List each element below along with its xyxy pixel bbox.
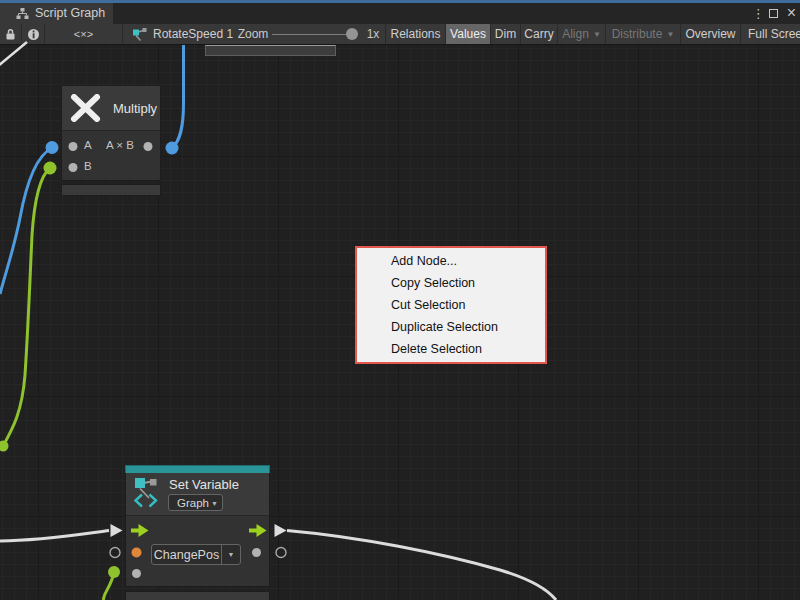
- node-set-variable-footer: [125, 591, 270, 600]
- window-controls: ⋮ ×: [752, 3, 796, 24]
- port-label-result: A × B: [106, 139, 134, 151]
- context-menu: Add Node... Copy Selection Cut Selection…: [355, 246, 547, 364]
- variable-dropdown-arrow-glyph: ▼: [228, 551, 235, 558]
- menu-item-add-node[interactable]: Add Node...: [357, 250, 545, 272]
- toolbar-button-distribute[interactable]: Distribute ▼: [606, 24, 681, 44]
- unity-script-graph-window: Script Graph ⋮ × <×>: [0, 0, 800, 600]
- zoom-value: 1x: [362, 24, 384, 44]
- tab-script-graph[interactable]: Script Graph: [0, 3, 113, 25]
- variable-kind-value: Graph: [169, 497, 209, 509]
- maximize-icon[interactable]: [769, 9, 778, 18]
- zoom-slider[interactable]: [266, 24, 358, 44]
- lock-icon: [5, 28, 16, 41]
- distribute-label: Distribute: [612, 27, 663, 41]
- graph-name: RotateSpeed 1: [153, 27, 233, 41]
- zoom-label: Zoom: [238, 24, 268, 44]
- window-menu-icon[interactable]: ⋮: [752, 6, 760, 21]
- toolbar-button-align[interactable]: Align ▼: [558, 24, 606, 44]
- node-multiply-footer: [61, 184, 161, 196]
- close-icon[interactable]: ×: [787, 8, 796, 18]
- kind-dropdown-arrow-icon: ▼: [211, 500, 218, 507]
- tab-bar: Script Graph ⋮ ×: [0, 3, 800, 25]
- multiply-icon: [70, 94, 101, 122]
- menu-item-duplicate-selection[interactable]: Duplicate Selection: [357, 316, 545, 338]
- toolbar-button-values[interactable]: Values: [446, 24, 491, 44]
- menu-item-delete-selection[interactable]: Delete Selection: [357, 338, 545, 360]
- lock-button[interactable]: [0, 24, 22, 44]
- zoom-slider-thumb[interactable]: [346, 28, 358, 40]
- graph-breadcrumb[interactable]: RotateSpeed 1: [123, 24, 238, 44]
- toolbar-button-carry[interactable]: Carry: [521, 24, 558, 44]
- node-set-variable-header[interactable]: Set Variable Graph ▼: [126, 473, 269, 516]
- menu-item-copy-selection[interactable]: Copy Selection: [357, 272, 545, 294]
- node-set-variable-color-strip: [125, 465, 270, 473]
- align-label: Align: [562, 27, 589, 41]
- variable-name-dropdown[interactable]: ChangePos ▼: [151, 544, 241, 565]
- align-dropdown-icon: ▼: [593, 30, 601, 39]
- node-multiply-title: Multiply: [113, 101, 157, 116]
- menu-item-cut-selection[interactable]: Cut Selection: [357, 294, 545, 316]
- tab-title: Script Graph: [35, 6, 105, 20]
- toolbar-button-fullscreen[interactable]: Full Screen: [741, 24, 800, 44]
- code-view-icon: <×>: [74, 28, 93, 40]
- offscreen-node-stub: [205, 45, 336, 56]
- port-label-b: B: [84, 160, 92, 172]
- graph-toolbar: <×> RotateSpeed 1 Zoom 1x Relations Valu…: [0, 24, 800, 45]
- variable-dropdown-arrow-icon: ▼: [221, 545, 240, 564]
- toolbar-button-dim[interactable]: Dim: [491, 24, 521, 44]
- script-graph-icon: [16, 7, 29, 20]
- variable-name-value: ChangePos: [152, 548, 221, 562]
- graph-node-icon: [132, 27, 147, 42]
- variable-kind-dropdown[interactable]: Graph ▼: [168, 494, 223, 511]
- code-view-button[interactable]: <×>: [45, 24, 123, 44]
- node-multiply-body: A A × B B: [62, 131, 160, 180]
- info-icon: [27, 28, 40, 41]
- node-multiply[interactable]: Multiply A A × B B: [61, 85, 161, 181]
- toolbar-button-overview[interactable]: Overview: [681, 24, 741, 44]
- node-set-variable-title: Set Variable: [169, 477, 239, 492]
- port-label-a: A: [84, 139, 92, 151]
- inspect-button[interactable]: [22, 24, 45, 44]
- set-variable-icon: [134, 477, 160, 509]
- node-set-variable-body: ChangePos ▼: [126, 516, 269, 586]
- toolbar-button-relations[interactable]: Relations: [385, 24, 446, 44]
- distribute-dropdown-icon: ▼: [666, 30, 674, 39]
- node-multiply-header[interactable]: Multiply: [62, 86, 160, 131]
- node-set-variable[interactable]: Set Variable Graph ▼ ChangePos ▼: [125, 465, 270, 587]
